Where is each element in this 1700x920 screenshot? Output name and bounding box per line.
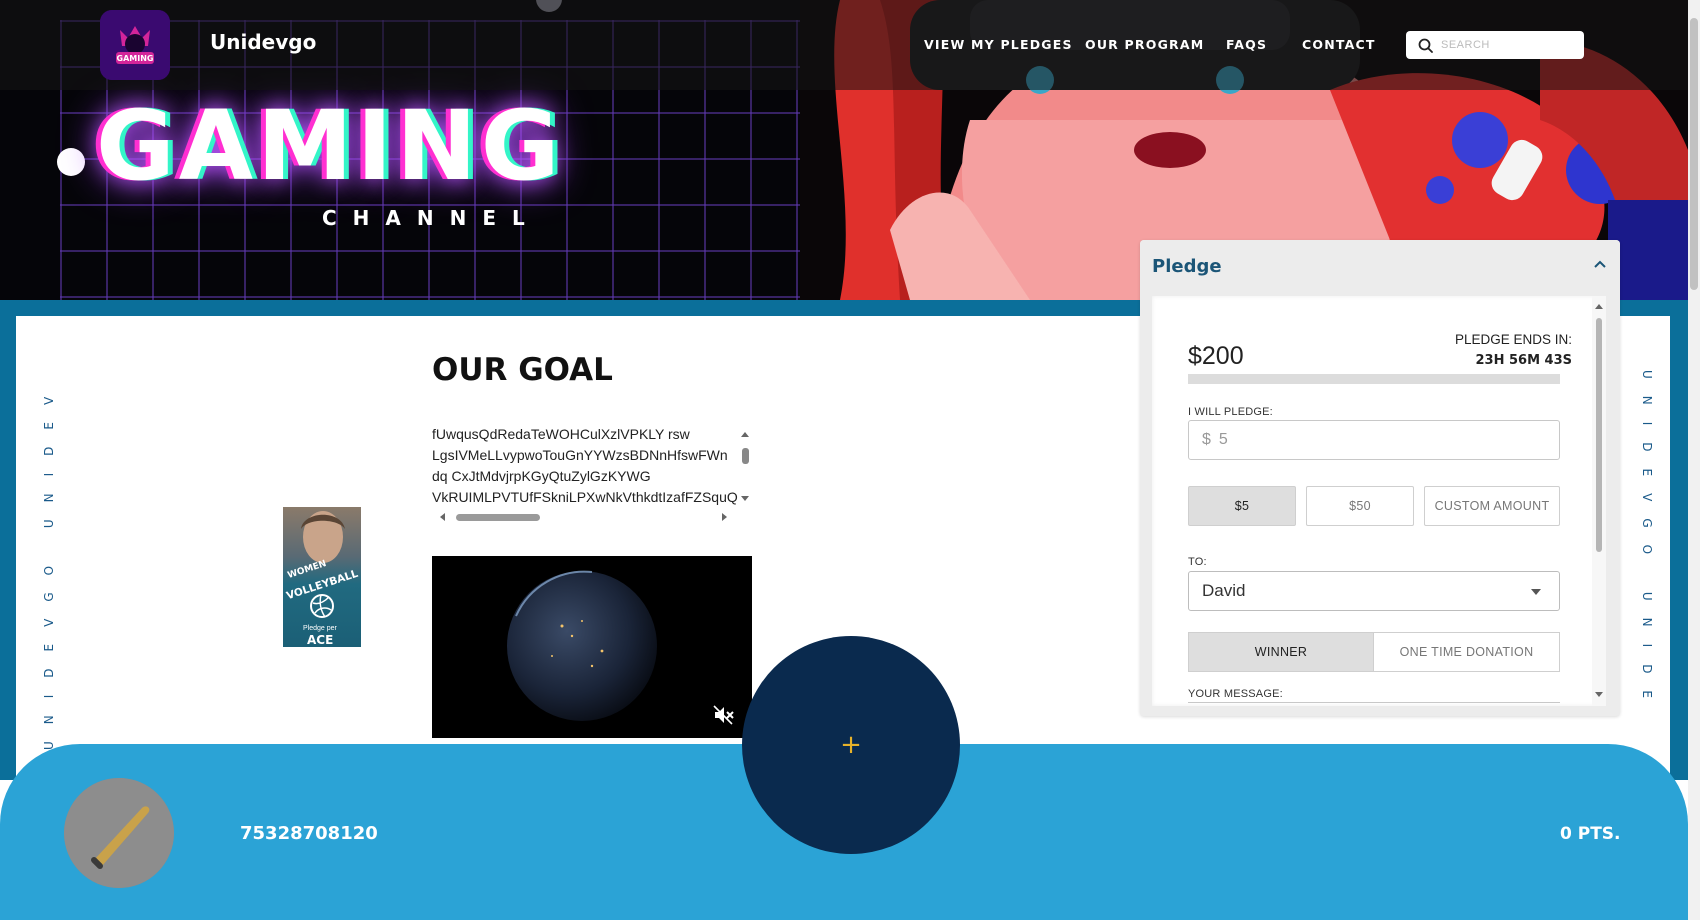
search-input[interactable] [1441, 39, 1571, 51]
search-box [1406, 31, 1584, 59]
pledge-amount-value: 5 [1218, 431, 1228, 448]
to-label: TO: [1188, 556, 1207, 568]
goal-horizontal-scrollbar[interactable] [456, 514, 540, 521]
pledge-header[interactable]: Pledge [1140, 240, 1620, 296]
add-button[interactable]: + [742, 636, 960, 854]
side-watermark-right: UNIDEVGO UNIDE [1640, 370, 1654, 716]
goal-text: fUwqusQdRedaTeWOHCulXzlVPKLY rsw LgsIVMe… [432, 424, 738, 508]
scroll-up-icon[interactable] [1595, 304, 1603, 309]
dropdown-caret-icon [1531, 589, 1541, 595]
baseball-bat-icon [64, 778, 174, 888]
scroll-up-icon[interactable] [741, 432, 749, 437]
message-textarea[interactable] [1188, 702, 1560, 706]
type-one-time-donation[interactable]: ONE TIME DONATION [1373, 632, 1560, 672]
pledge-goal-amount: $200 [1188, 342, 1244, 370]
goal-line: LgsIVMeLLvypwoTouGnYYWzsBDNnHfswFWn [432, 447, 728, 463]
points-display: 0 PTS. [1560, 824, 1621, 844]
pledge-amount-input[interactable]: $ 5 [1188, 420, 1560, 460]
brand-logo[interactable]: GAMING [100, 10, 170, 80]
goal-line: VkRUIMLPVTUfFSkniLPXwNkVthkdtIzafFZSquQ [432, 489, 738, 505]
page: GAMING CHANNEL GAMING Unidevgo VIEW MY P… [0, 0, 1700, 920]
video-player[interactable] [432, 556, 752, 738]
goal-vertical-scrollbar[interactable] [742, 448, 749, 464]
goal-line: fUwqusQdRedaTeWOHCulXzlVPKLY rsw [432, 426, 690, 442]
volleyball-icon [310, 594, 334, 618]
type-winner[interactable]: WINNER [1188, 632, 1374, 672]
amount-button-5[interactable]: $5 [1188, 486, 1296, 526]
ad-text: ACE [307, 633, 334, 647]
pledge-title: Pledge [1152, 256, 1222, 277]
recipient-value: David [1202, 581, 1246, 600]
nav-contact[interactable]: CONTACT [1302, 37, 1376, 52]
scroll-left-icon[interactable] [440, 513, 445, 521]
content-frame-left [0, 300, 16, 780]
page-scrollbar[interactable] [1690, 18, 1698, 290]
avatar[interactable] [64, 778, 174, 888]
pledge-ends-label: PLEDGE ENDS IN: [1454, 332, 1572, 347]
nav-our-program[interactable]: OUR PROGRAM [1085, 37, 1204, 52]
ad-text: Pledge per [303, 625, 337, 632]
currency-symbol: $ [1202, 431, 1211, 448]
navbar: GAMING Unidevgo VIEW MY PLEDGES OUR PROG… [0, 0, 1688, 90]
user-id: 75328708120 [240, 823, 378, 844]
pledge-body: $200 PLEDGE ENDS IN: 23H 56M 43S I WILL … [1152, 296, 1606, 706]
pledge-scrollbar[interactable] [1596, 318, 1602, 552]
pledge-panel: Pledge $200 PLEDGE ENDS IN: 23H 56M 43S … [1140, 240, 1620, 716]
recipient-select[interactable]: David [1188, 571, 1560, 611]
goal-heading: OUR GOAL [432, 352, 613, 388]
goal-textarea[interactable]: fUwqusQdRedaTeWOHCulXzlVPKLY rsw LgsIVMe… [432, 424, 752, 524]
scroll-down-icon[interactable] [1595, 692, 1603, 697]
pledge-progress-bar [1188, 374, 1560, 384]
gamer-logo-icon: GAMING [100, 10, 170, 80]
earth-video-frame [432, 556, 752, 738]
nav-view-my-pledges[interactable]: VIEW MY PLEDGES [924, 37, 1073, 52]
scroll-down-icon[interactable] [741, 496, 749, 501]
scroll-right-icon[interactable] [722, 513, 727, 521]
chevron-up-icon[interactable] [1592, 256, 1608, 272]
side-watermark-left: UNIDEVGO UNIDEV [42, 379, 56, 750]
search-icon[interactable] [1418, 38, 1433, 53]
volleyball-ad[interactable]: WOMEN VOLLEYBALL Pledge per ACE [283, 507, 361, 647]
will-pledge-label: I WILL PLEDGE: [1188, 406, 1273, 418]
custom-amount-button[interactable]: CUSTOM AMOUNT [1424, 486, 1560, 526]
nav-faqs[interactable]: FAQS [1226, 37, 1267, 52]
plus-icon: + [840, 730, 862, 760]
svg-text:GAMING: GAMING [117, 54, 154, 63]
message-label: YOUR MESSAGE: [1188, 688, 1283, 700]
hero-subtitle: CHANNEL [322, 206, 541, 230]
hero-white-dot [57, 148, 85, 176]
content-frame-right [1670, 300, 1688, 780]
mute-icon[interactable] [712, 704, 734, 726]
pledge-countdown: 23H 56M 43S [1475, 353, 1572, 368]
hero-title: GAMING [96, 90, 564, 202]
goal-line: dq CxJtMdvjrpKGyQtuZylGzKYWG [432, 468, 651, 484]
amount-button-50[interactable]: $50 [1306, 486, 1414, 526]
ad-athlete-image [301, 511, 345, 563]
brand-name[interactable]: Unidevgo [210, 30, 316, 54]
